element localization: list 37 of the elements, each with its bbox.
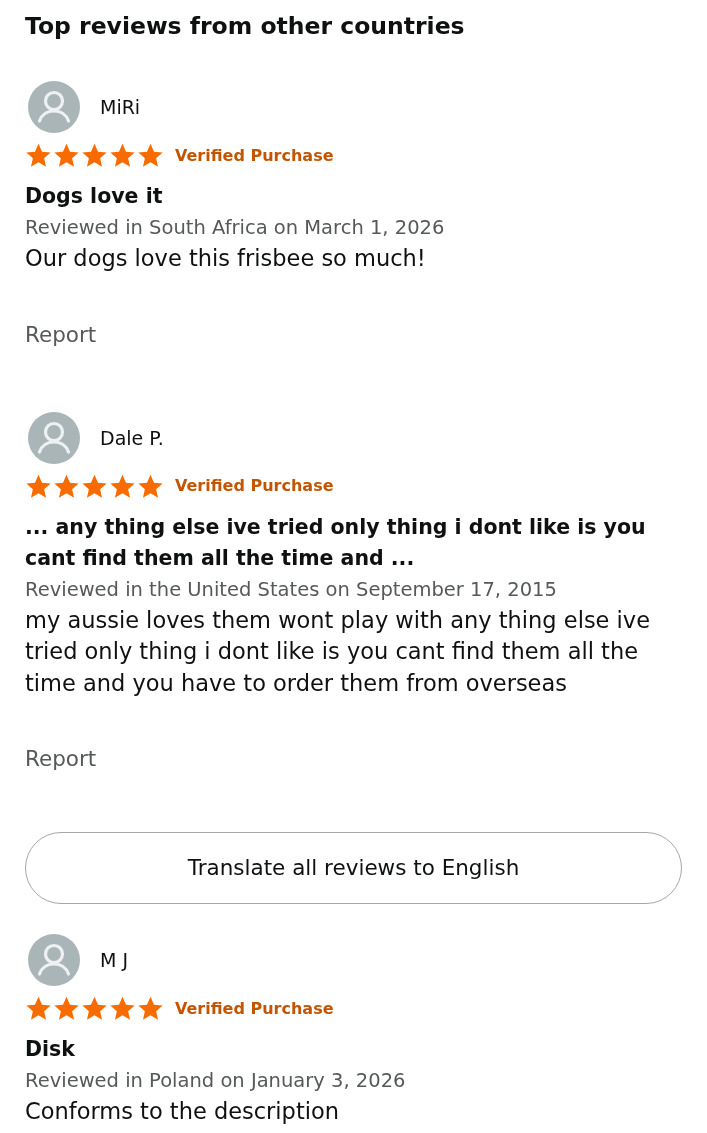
filled-star-icon: [137, 142, 164, 169]
filled-star-icon: [25, 995, 52, 1022]
filled-star-icon: [25, 142, 52, 169]
report-link[interactable]: Report: [25, 318, 97, 350]
review-title: Disk: [25, 1036, 76, 1063]
filled-star-icon: [137, 472, 164, 500]
avatar-icon: [28, 934, 80, 986]
filled-star-icon: [109, 472, 136, 500]
review-title: ... any thing else ive tried only thing i dont like is you cant find them all the time and ...: [25, 513, 647, 572]
avatar-icon: [28, 411, 80, 464]
filled-star-icon: [81, 472, 108, 500]
review-text: Our dogs love this frisbee so much!: [25, 244, 427, 273]
report-link[interactable]: Report: [25, 743, 97, 774]
filled-star-icon: [53, 142, 80, 169]
translate-button[interactable]: Translate all reviews to English: [25, 832, 682, 904]
review-date: Reviewed in South Africa on March 1, 2026: [25, 215, 446, 241]
review-text: Conforms to the description: [25, 1097, 340, 1126]
reviewer-name: MiRi: [100, 95, 141, 119]
filled-star-icon: [53, 472, 80, 500]
review-text: my aussie loves them wont play with any thing else ive tried only thing i dont like is you cant find them all the time and you have to order them from overseas: [25, 605, 651, 698]
filled-star-icon: [109, 995, 136, 1022]
reviewer-name: M J: [100, 948, 129, 972]
verified-purchase-label: Verified Purchase: [175, 475, 334, 497]
filled-star-icon: [25, 472, 52, 500]
review-date: Reviewed in the United States on September 17, 2015: [25, 576, 558, 603]
filled-star-icon: [81, 995, 108, 1022]
filled-star-icon: [109, 142, 136, 169]
filled-star-icon: [53, 995, 80, 1022]
verified-purchase-label: Verified Purchase: [175, 144, 334, 167]
filled-star-icon: [81, 142, 108, 169]
reviewer-name: Dale P.: [100, 425, 164, 450]
filled-star-icon: [137, 995, 164, 1022]
section-heading: Top reviews from other countries: [25, 11, 466, 42]
avatar-icon: [28, 81, 80, 133]
verified-purchase-label: Verified Purchase: [175, 997, 334, 1020]
review-date: Reviewed in Poland on January 3, 2026: [25, 1068, 407, 1094]
review-title: Dogs love it: [25, 183, 164, 210]
